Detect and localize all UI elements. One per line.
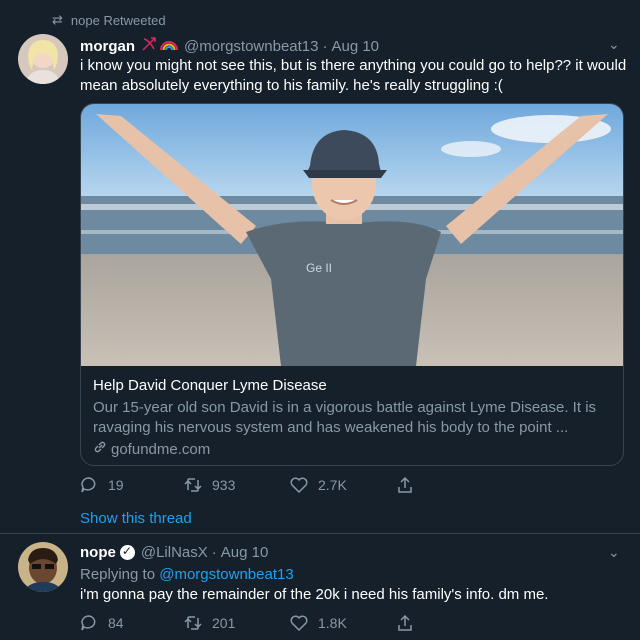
link-card[interactable]: Ge II Help David Conquer Lyme Disease Ou… [80, 103, 624, 466]
replying-prefix: Replying to [80, 566, 156, 583]
avatar[interactable] [18, 542, 68, 592]
tweet-actions: 84 201 1.8K [80, 614, 414, 632]
retweet-label: nope Retweeted [70, 12, 166, 28]
tweet-actions: 19 933 2.7K [80, 476, 414, 494]
svg-text:Ge II: Ge II [306, 261, 332, 275]
reply-count: 84 [108, 615, 124, 631]
retweet-count: 933 [212, 477, 236, 493]
divider [0, 533, 640, 534]
avatar[interactable] [18, 34, 68, 84]
card-domain: gofundme.com [93, 440, 611, 458]
tweet-header: nope @LilNasX · Aug 10 [80, 544, 268, 561]
show-thread-link[interactable]: Show this thread [80, 510, 192, 527]
like-count: 1.8K [318, 615, 347, 631]
retweet-button[interactable]: 201 [184, 614, 290, 632]
card-image: Ge II [81, 104, 623, 366]
separator-dot: · [322, 37, 328, 55]
replying-to: Replying to @morgstownbeat13 [80, 565, 294, 585]
reply-button[interactable]: 19 [80, 476, 184, 494]
share-button[interactable] [396, 476, 414, 494]
like-button[interactable]: 2.7K [290, 476, 396, 494]
tweet-date[interactable]: Aug 10 [221, 544, 269, 561]
retweet-icon: ⇄ [52, 12, 63, 27]
heart-icon [290, 615, 308, 632]
tweet-date[interactable]: Aug 10 [331, 38, 379, 55]
heart-icon [290, 477, 308, 494]
separator-dot: · [211, 544, 217, 561]
replying-to-handle[interactable]: @morgstownbeat13 [159, 566, 293, 583]
card-domain-text: gofundme.com [111, 440, 211, 458]
share-button[interactable] [396, 614, 414, 632]
card-title: Help David Conquer Lyme Disease [93, 377, 327, 394]
bow-arrow-emoji-icon [141, 36, 157, 56]
retweet-icon [184, 616, 202, 630]
like-button[interactable]: 1.8K [290, 614, 396, 632]
author-name[interactable]: nope [80, 544, 116, 561]
verified-badge-icon [119, 544, 135, 560]
retweet-context: ⇄ nope Retweeted [52, 12, 166, 28]
retweet-icon [184, 478, 202, 492]
share-icon [398, 476, 412, 493]
author-handle[interactable]: @LilNasX [141, 544, 208, 561]
share-icon [398, 614, 412, 631]
chevron-down-icon[interactable]: ⌄ [608, 544, 620, 561]
retweet-button[interactable]: 933 [184, 476, 290, 494]
retweet-count: 201 [212, 615, 236, 631]
reply-button[interactable]: 84 [80, 614, 184, 632]
tweet-header: morgan @morgstownbeat13 · Aug 10 [80, 36, 379, 56]
link-icon [93, 440, 107, 458]
author-name[interactable]: morgan [80, 38, 135, 55]
tweet-text: i'm gonna pay the remainder of the 20k i… [80, 586, 549, 603]
chevron-down-icon[interactable]: ⌄ [608, 36, 620, 53]
author-handle[interactable]: @morgstownbeat13 [184, 38, 318, 55]
like-count: 2.7K [318, 477, 347, 493]
tweet-text: i know you might not see this, but is th… [80, 57, 627, 94]
reply-icon [81, 615, 96, 631]
card-description: Our 15-year old son David is in a vigoro… [93, 399, 597, 436]
reply-count: 19 [108, 477, 124, 493]
reply-icon [81, 477, 96, 493]
rainbow-emoji-icon [160, 37, 179, 55]
